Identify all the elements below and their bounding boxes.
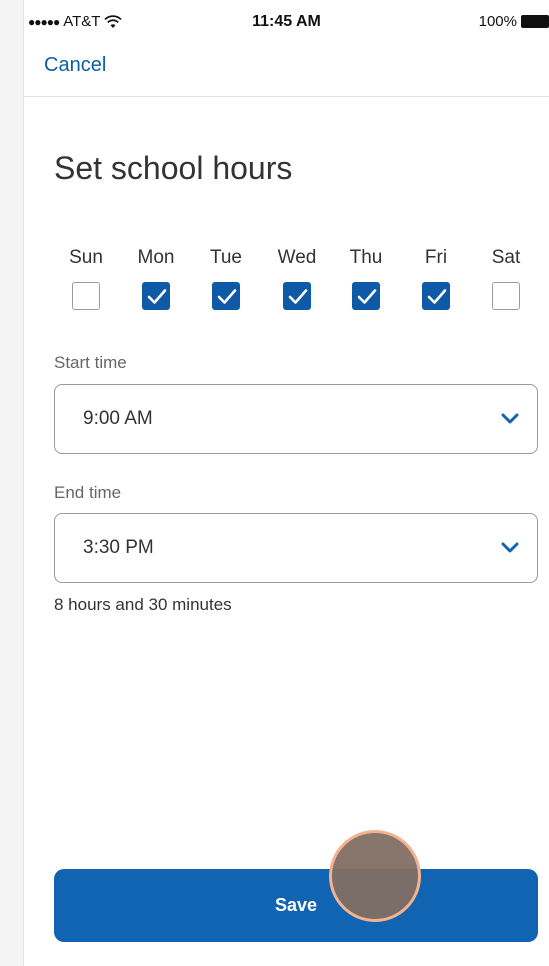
day-label: Fri — [424, 247, 448, 268]
check-icon — [427, 289, 447, 304]
end-time-label: End time — [54, 483, 122, 502]
check-icon — [357, 289, 377, 304]
checkbox-sat[interactable] — [492, 282, 520, 310]
save-button-label: Save — [274, 895, 318, 915]
battery-icon — [521, 15, 549, 28]
checkbox-thu[interactable] — [352, 282, 380, 310]
page-title: Set school hours — [54, 150, 293, 186]
day-sat: Sat — [481, 247, 531, 310]
touch-indicator — [329, 830, 421, 922]
check-icon — [147, 289, 167, 304]
day-wed: Wed — [272, 247, 322, 310]
check-icon — [217, 289, 237, 304]
day-label: Wed — [277, 247, 317, 268]
start-time-label: Start time — [54, 353, 127, 372]
chevron-down-icon — [499, 540, 521, 556]
end-time-value: 3:30 PM — [83, 537, 154, 558]
screen: ●●●●● AT&T 11:45 AM 100% Cancel Set scho… — [0, 0, 549, 966]
duration-text: 8 hours and 30 minutes — [54, 595, 232, 614]
day-label: Thu — [349, 247, 383, 268]
status-bar: ●●●●● AT&T 11:45 AM 100% — [24, 0, 549, 40]
check-icon — [288, 289, 308, 304]
checkbox-sun[interactable] — [72, 282, 100, 310]
cancel-button[interactable]: Cancel — [44, 54, 106, 77]
day-label: Sat — [491, 247, 521, 268]
day-label: Sun — [69, 247, 103, 268]
checkbox-fri[interactable] — [422, 282, 450, 310]
day-label: Mon — [137, 247, 175, 268]
checkbox-mon[interactable] — [142, 282, 170, 310]
checkbox-tue[interactable] — [212, 282, 240, 310]
checkbox-wed[interactable] — [283, 282, 311, 310]
left-edge — [0, 0, 24, 966]
day-mon: Mon — [131, 247, 181, 310]
status-right: 100% — [479, 13, 549, 30]
day-label: Tue — [209, 247, 243, 268]
start-time-select[interactable]: 9:00 AM — [54, 384, 538, 454]
content: ●●●●● AT&T 11:45 AM 100% Cancel Set scho… — [24, 0, 549, 966]
battery-percent: 100% — [478, 13, 517, 30]
day-sun: Sun — [61, 247, 111, 310]
nav-bar: Cancel — [24, 40, 549, 97]
day-tue: Tue — [201, 247, 251, 310]
save-button[interactable]: Save — [54, 869, 538, 942]
end-time-select[interactable]: 3:30 PM — [54, 513, 538, 583]
status-time: 11:45 AM — [252, 13, 321, 30]
start-time-value: 9:00 AM — [83, 408, 153, 429]
day-fri: Fri — [411, 247, 461, 310]
chevron-down-icon — [499, 411, 521, 427]
day-thu: Thu — [341, 247, 391, 310]
